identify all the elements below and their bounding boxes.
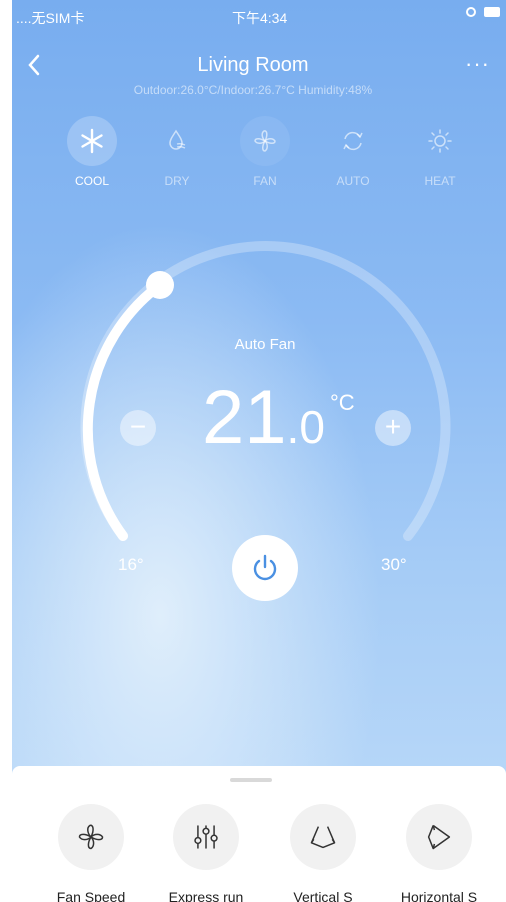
temperature-readout: 21.0 [202, 380, 325, 465]
increase-temp-button[interactable]: + [375, 410, 411, 446]
temperature-decimal: .0 [286, 401, 325, 453]
temperature-integer: 21 [202, 375, 287, 460]
sliders-icon [194, 825, 218, 849]
vertical-swing-icon [310, 826, 336, 849]
max-temp-label: 30° [381, 555, 407, 574]
ac-control-screen: ....无SIM卡 下午4:34 Living Room Outdoor:26.… [0, 0, 506, 902]
decrease-temp-button[interactable]: − [120, 410, 156, 446]
fan-speed-button[interactable]: Fan Speed [36, 804, 146, 902]
power-icon [253, 554, 277, 581]
action-label: Vertical S [293, 889, 353, 902]
min-temp-label: 16° [118, 555, 144, 574]
action-label: Horizontal S [400, 889, 478, 902]
plus-icon: + [384, 411, 402, 442]
minus-icon: − [129, 411, 147, 442]
horizontal-swing-button[interactable]: Horizontal S [384, 804, 494, 902]
fan-mode-label: Auto Fan [234, 336, 296, 353]
action-label: Fan Speed [56, 889, 126, 902]
drag-handle[interactable] [230, 778, 272, 782]
vertical-swing-button[interactable]: Vertical S [268, 804, 378, 902]
fan-icon [78, 824, 104, 850]
temperature-unit: °C [330, 390, 355, 415]
express-run-button[interactable]: Express run [151, 804, 261, 902]
horizontal-swing-icon [427, 824, 451, 850]
dial-thumb[interactable] [146, 271, 174, 299]
dial-progress [82, 280, 165, 541]
bottom-sheet: Fan Speed Express run Vertical S Horizon… [12, 766, 506, 902]
power-button[interactable] [232, 535, 298, 601]
action-label: Express run [168, 889, 244, 902]
